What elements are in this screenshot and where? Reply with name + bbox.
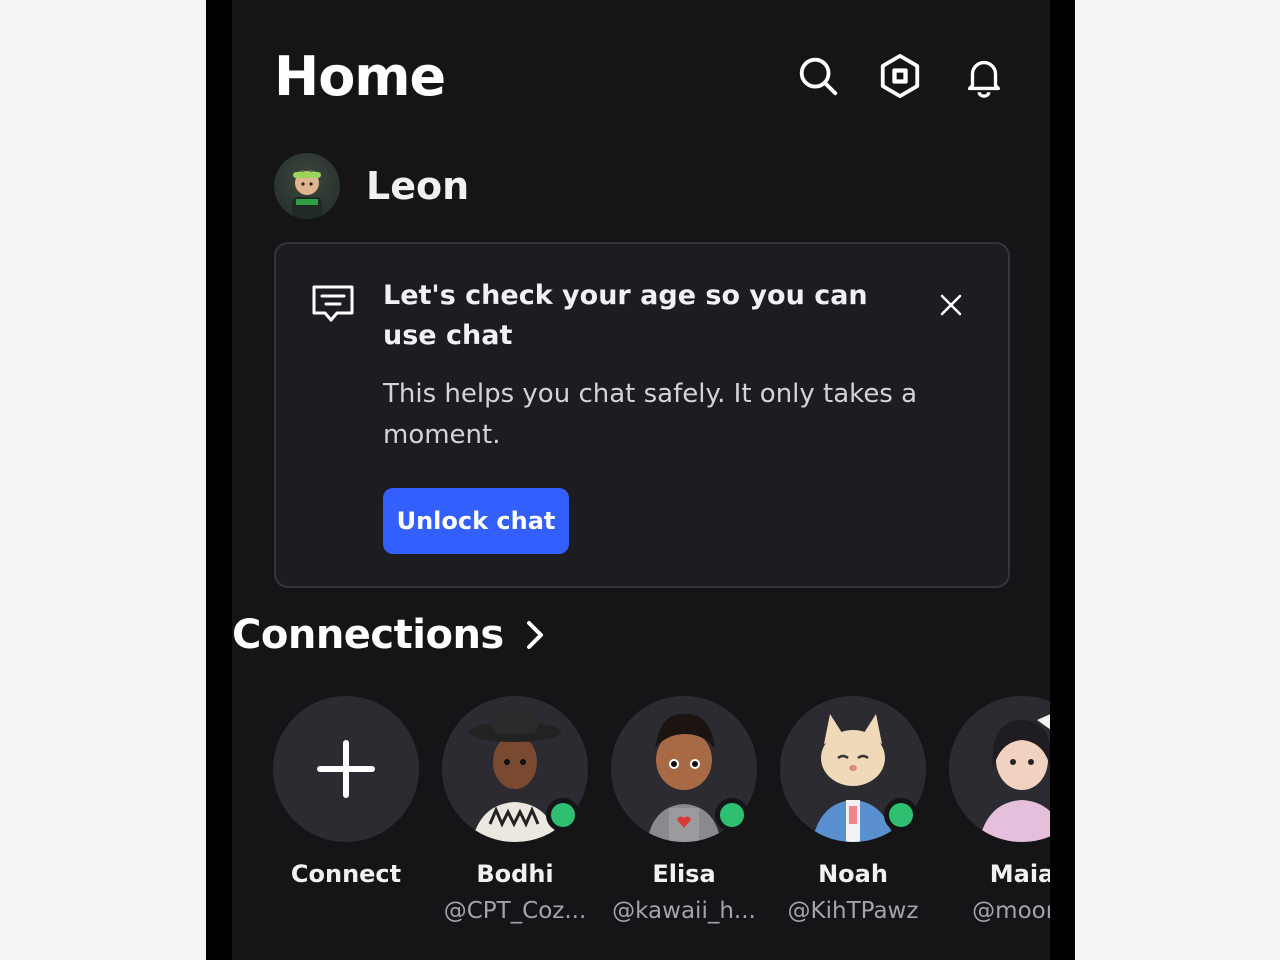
add-connection-circle[interactable] <box>273 696 419 842</box>
connection-item-elisa[interactable]: Elisa @kawaii_h... <box>599 696 769 924</box>
online-status-dot <box>715 798 749 832</box>
user-profile-row[interactable]: Leon <box>274 153 469 219</box>
age-check-description: This helps you chat safely. It only take… <box>383 379 918 450</box>
user-avatar[interactable] <box>274 153 340 219</box>
connection-item-noah[interactable]: Noah @KihTPawz <box>768 696 938 924</box>
connection-name: Maia <box>989 860 1050 888</box>
connection-name: Noah <box>818 860 888 888</box>
bell-icon[interactable] <box>960 52 1008 100</box>
plus-icon <box>317 740 375 798</box>
connection-avatar[interactable] <box>949 696 1050 842</box>
page-title: Home <box>274 45 446 108</box>
connection-handle: @moon_ <box>972 898 1050 924</box>
connections-title[interactable]: Connections <box>232 612 504 658</box>
connection-item-bodhi[interactable]: Bodhi @CPT_Coz... <box>430 696 600 924</box>
connections-list: Connect Bodhi @CPT_Coz... Elisa @kawaii_… <box>232 696 1050 960</box>
connection-name: Connect <box>290 860 402 888</box>
connections-header-link[interactable]: Connections <box>232 612 550 658</box>
connection-handle: @kawaii_h... <box>612 898 756 924</box>
chat-message-icon <box>312 285 354 322</box>
close-icon[interactable] <box>934 288 968 322</box>
connection-avatar[interactable] <box>611 696 757 842</box>
chevron-right-icon[interactable] <box>520 618 550 652</box>
connection-name: Bodhi <box>476 860 554 888</box>
connection-name: Elisa <box>652 860 716 888</box>
connection-handle: @KihTPawz <box>787 898 919 924</box>
connection-handle: @CPT_Coz... <box>443 898 587 924</box>
unlock-chat-button[interactable]: Unlock chat <box>383 488 569 554</box>
online-status-dot <box>546 798 580 832</box>
user-name[interactable]: Leon <box>366 164 469 208</box>
online-status-dot <box>884 798 918 832</box>
connection-avatar[interactable] <box>442 696 588 842</box>
age-check-card: Let's check your age so you can use chat… <box>274 242 1010 588</box>
connection-item-maia[interactable]: Maia @moon_ <box>937 696 1050 924</box>
home-screen: Home Leon Let's check your age so you ca… <box>232 0 1050 960</box>
connection-avatar[interactable] <box>780 696 926 842</box>
connect-button[interactable]: Connect <box>261 696 431 888</box>
age-check-title: Let's check your age so you can use chat <box>383 280 868 351</box>
robux-icon[interactable] <box>876 52 924 100</box>
search-icon[interactable] <box>794 52 842 100</box>
